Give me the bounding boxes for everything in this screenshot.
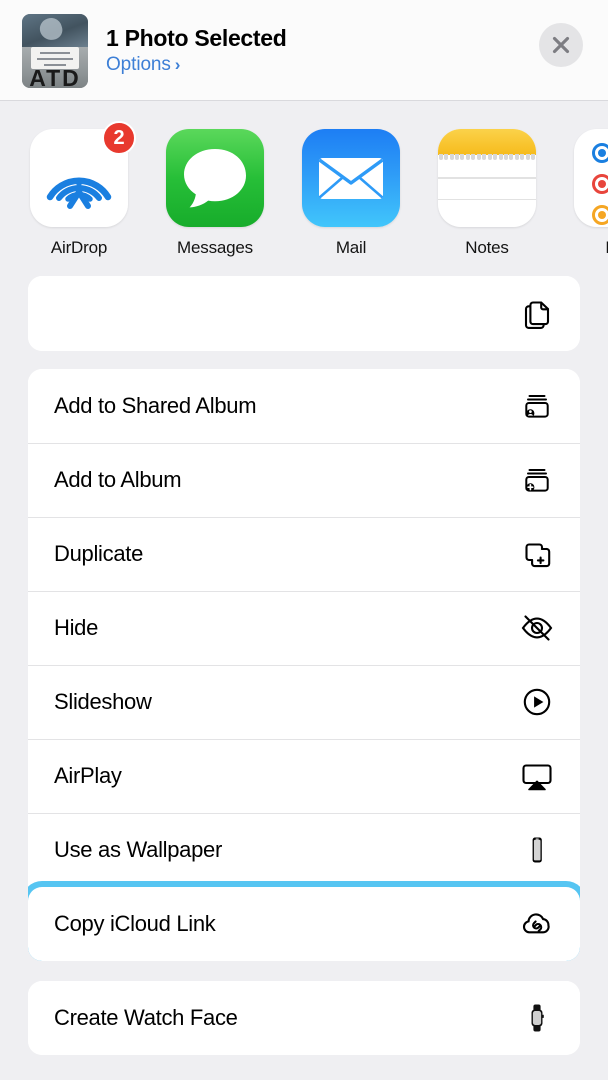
share-target-label: Messages xyxy=(177,238,253,257)
airdrop-badge: 2 xyxy=(102,121,136,155)
iphone-icon xyxy=(517,830,557,870)
action-list-area: Add to Shared Album Add to Album Duplica… xyxy=(0,276,608,1080)
action-row-slideshow[interactable]: Slideshow xyxy=(28,665,580,739)
action-row-copy-icloud-link[interactable]: Copy iCloud Link xyxy=(28,887,580,961)
action-row-copy[interactable] xyxy=(28,276,580,351)
reminders-icon xyxy=(574,129,608,227)
chevron-right-icon: › xyxy=(174,55,181,74)
page-title: 1 Photo Selected xyxy=(106,24,287,51)
apple-watch-icon xyxy=(517,998,557,1038)
album-plus-icon xyxy=(517,460,557,500)
watch-actions-card: Create Watch Face xyxy=(28,981,580,1055)
copy-documents-icon xyxy=(517,294,557,334)
share-targets-row[interactable]: 2 AirDrop Messages Mail Notes xyxy=(0,101,608,276)
duplicate-icon xyxy=(517,534,557,574)
options-label: Options xyxy=(106,53,171,75)
copy-action-card xyxy=(28,276,580,351)
share-target-reminders[interactable]: Rem xyxy=(574,129,608,258)
mail-icon xyxy=(302,129,400,227)
action-label: Hide xyxy=(54,615,99,640)
share-sheet-header: ATD 1 Photo Selected Options › xyxy=(0,0,608,101)
cloud-link-icon xyxy=(517,904,557,944)
action-label: Use as Wallpaper xyxy=(54,837,223,862)
airdrop-icon: 2 xyxy=(30,121,136,227)
action-label: Add to Album xyxy=(54,467,182,492)
action-label: Duplicate xyxy=(54,541,144,566)
action-row-add-to-album[interactable]: Add to Album xyxy=(28,443,580,517)
thumbnail-caption: ATD xyxy=(29,65,81,89)
action-label: AirPlay xyxy=(54,763,122,788)
notes-icon xyxy=(438,129,536,227)
header-text-block: 1 Photo Selected Options › xyxy=(106,25,287,76)
action-label: Add to Shared Album xyxy=(54,393,257,418)
close-button[interactable] xyxy=(539,23,583,67)
messages-icon xyxy=(166,129,264,227)
action-label: Create Watch Face xyxy=(54,1005,238,1030)
photo-thumbnail: ATD xyxy=(22,14,88,88)
play-circle-icon xyxy=(517,682,557,722)
share-sheet: ATD 1 Photo Selected Options › 2 AirDrop… xyxy=(0,0,608,1080)
action-row-duplicate[interactable]: Duplicate xyxy=(28,517,580,591)
share-target-mail[interactable]: Mail xyxy=(302,129,400,258)
action-label: Slideshow xyxy=(54,689,152,714)
options-link[interactable]: Options › xyxy=(106,54,287,76)
share-target-label: Mail xyxy=(335,238,367,257)
share-target-airdrop[interactable]: 2 AirDrop xyxy=(30,121,136,258)
action-row-hide[interactable]: Hide xyxy=(28,591,580,665)
share-target-messages[interactable]: Messages xyxy=(166,129,264,258)
share-target-label: Notes xyxy=(465,238,509,257)
action-row-create-watch-face[interactable]: Create Watch Face xyxy=(28,981,580,1055)
share-target-label: AirDrop xyxy=(50,238,108,257)
action-row-use-as-wallpaper[interactable]: Use as Wallpaper xyxy=(28,813,580,887)
airplay-icon xyxy=(517,756,557,796)
share-target-notes[interactable]: Notes xyxy=(438,129,536,258)
action-row-airplay[interactable]: AirPlay xyxy=(28,739,580,813)
action-row-add-to-shared-album[interactable]: Add to Shared Album xyxy=(28,369,580,443)
album-person-icon xyxy=(517,386,557,426)
photo-actions-card: Add to Shared Album Add to Album Duplica… xyxy=(28,369,580,961)
close-icon xyxy=(552,36,570,54)
eye-slash-icon xyxy=(517,608,557,648)
action-label: Copy iCloud Link xyxy=(54,911,216,936)
